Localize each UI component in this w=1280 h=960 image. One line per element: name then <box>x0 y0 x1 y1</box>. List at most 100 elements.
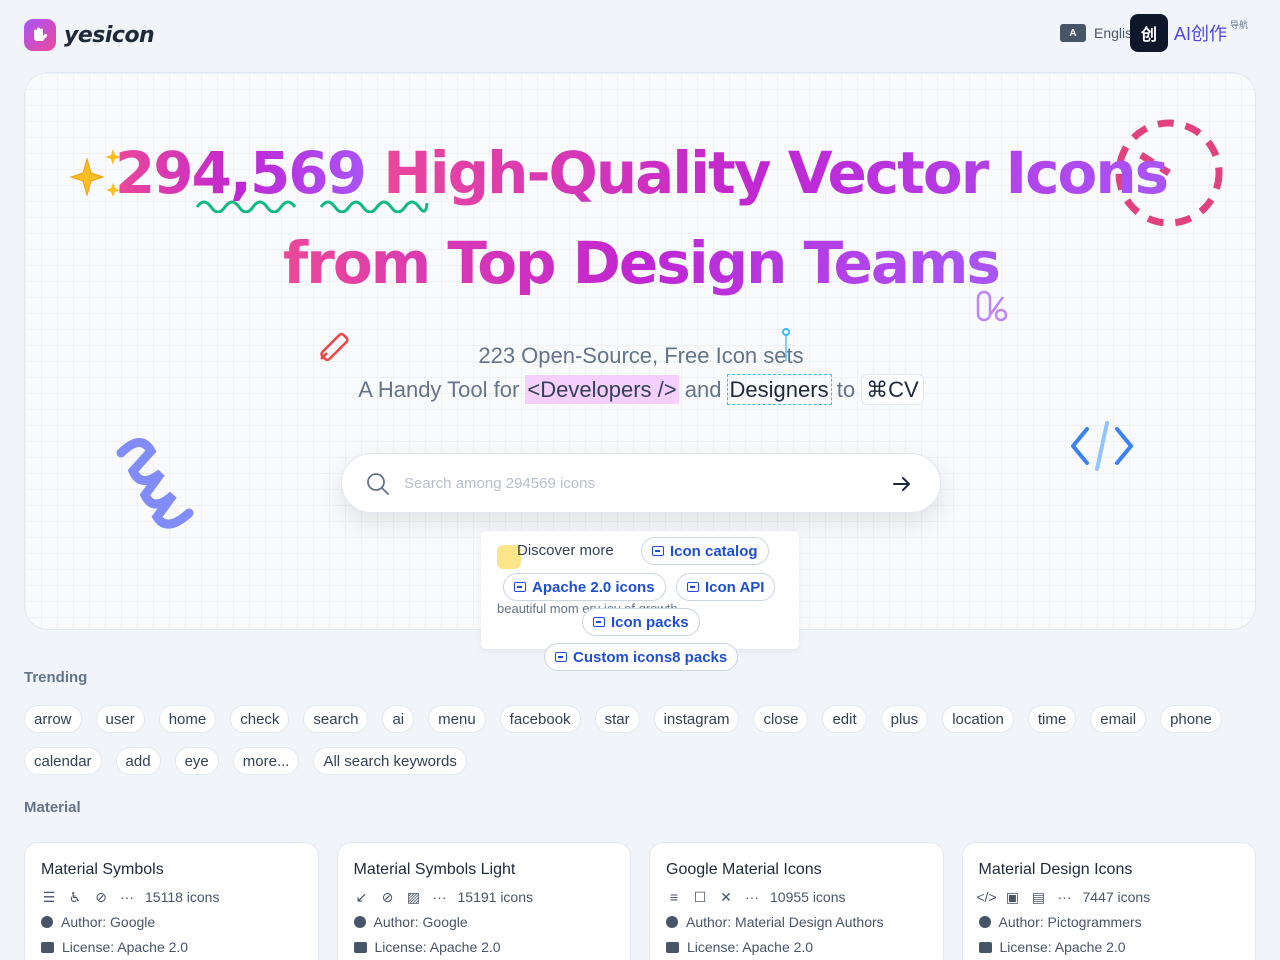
keyword-chip[interactable]: ai <box>382 705 415 733</box>
author: Author: Google <box>373 914 468 930</box>
ai-nav-badge[interactable]: 创 <box>1130 14 1168 52</box>
license-row: License: Apache 2.0 <box>978 939 1240 955</box>
keyword-chip[interactable]: calendar <box>24 747 102 775</box>
person-icon <box>353 916 366 928</box>
set-preview: </> ▣ ▤ ··· 7447 icons <box>976 888 1240 906</box>
hero-subtitle: 223 Open-Source, Free Icon sets <box>478 343 804 368</box>
preview-icon: ☐ <box>693 888 707 905</box>
keyword-chip[interactable]: arrow <box>24 705 82 733</box>
link-icons8-packs[interactable]: Custom icons8 packs <box>544 643 739 671</box>
icon-set-card[interactable]: Google Material Icons ≡ ☐ ✕ ··· 10955 ic… <box>649 842 944 960</box>
doc-icon <box>652 546 664 556</box>
license: License: Apache 2.0 <box>374 939 501 955</box>
set-name: Google Material Icons <box>666 861 822 878</box>
material-title: Material <box>24 799 81 816</box>
brand-name: yesicon <box>64 22 155 48</box>
keyword-chip[interactable]: phone <box>1160 705 1222 733</box>
language-switcher[interactable]: A English <box>1060 24 1140 42</box>
preview-icon: ⊘ <box>381 888 394 905</box>
keyword-chip[interactable]: check <box>230 705 290 733</box>
more-keywords-chip[interactable]: more... <box>232 747 300 775</box>
preview-icon: ▤ <box>1031 888 1046 905</box>
all-keywords-chip[interactable]: All search keywords <box>313 747 467 775</box>
search-input[interactable] <box>404 468 864 498</box>
search-box[interactable] <box>341 453 941 513</box>
keyword-chip[interactable]: menu <box>428 705 486 733</box>
set-name: Material Symbols <box>41 861 164 878</box>
keyword-chip[interactable]: add <box>115 747 161 775</box>
preview-icon: ⊘ <box>95 888 107 905</box>
cursor-handle <box>782 328 790 336</box>
discover-label: Discover more <box>517 542 614 559</box>
spring-icon <box>116 438 194 529</box>
link-label: Icon API <box>705 578 765 596</box>
author-row: Author: Material Design Authors <box>666 914 927 930</box>
tagline-pre: A Handy Tool for <box>358 377 526 402</box>
material-cards: Material Symbols ☰ ♿ ⊘ ··· 15118 icons A… <box>24 842 1256 960</box>
keyword-chip[interactable]: facebook <box>499 705 581 733</box>
hand-logo-icon <box>24 19 56 51</box>
icon-set-card[interactable]: Material Symbols Light ↙ ⊘ ▨ ··· 15191 i… <box>336 842 631 960</box>
preview-icon: ▨ <box>406 888 421 905</box>
arrow-right-icon[interactable] <box>890 472 914 496</box>
set-preview: ↙ ⊘ ▨ ··· 15191 icons <box>354 888 615 906</box>
icon-count: 15118 icons <box>145 889 220 905</box>
person-icon <box>666 916 678 928</box>
keyword-chip[interactable]: eye <box>174 747 219 775</box>
more-dots-icon: ··· <box>120 889 134 905</box>
underline-squiggle <box>195 200 429 213</box>
keyword-chip[interactable]: home <box>158 705 217 733</box>
doc-icon <box>555 652 567 662</box>
preview-icon: ♿ <box>68 888 82 905</box>
link-icon-packs[interactable]: Icon packs <box>582 608 700 636</box>
top-header: yesicon A English 创 AI创作 导航 <box>0 0 1280 72</box>
license: License: Apache 2.0 <box>62 939 189 955</box>
tagline-shortcut: ⌘CV <box>861 374 924 405</box>
more-dots-icon: ··· <box>1057 889 1072 905</box>
license-icon <box>353 941 367 953</box>
tagline-and: and <box>678 377 728 402</box>
keyword-chip[interactable]: edit <box>822 705 867 733</box>
hero-headline-line2: from Top Design Teams <box>25 229 1255 297</box>
set-name: Material Design Icons <box>978 861 1133 878</box>
keyword-chip[interactable]: close <box>753 705 809 733</box>
headline-line2-text: from Top Design Teams <box>283 229 1001 297</box>
more-dots-icon: ··· <box>745 889 759 905</box>
set-preview: ☰ ♿ ⊘ ··· 15118 icons <box>41 888 302 906</box>
keyword-chip[interactable]: instagram <box>653 705 740 733</box>
keyword-chip[interactable]: plus <box>880 705 929 733</box>
search-icon <box>367 473 389 495</box>
preview-icon: ≡ <box>669 889 679 905</box>
link-label: Icon packs <box>611 613 689 631</box>
tagline-developers: <Developers /> <box>525 375 679 404</box>
author: Author: Google <box>61 914 156 930</box>
keyword-chip[interactable]: location <box>942 705 1014 733</box>
keyword-chip[interactable]: search <box>303 705 369 733</box>
icon-set-card[interactable]: Material Design Icons </> ▣ ▤ ··· 7447 i… <box>961 842 1256 960</box>
code-icon <box>1071 421 1133 471</box>
link-label: Custom icons8 packs <box>573 648 728 666</box>
author-row: Author: Google <box>353 914 615 930</box>
author-row: Author: Pictogrammers <box>978 914 1240 930</box>
translate-icon: A <box>1060 24 1086 42</box>
link-icon-api[interactable]: Icon API <box>676 573 776 601</box>
headline-text: High-Quality Vector Icons <box>365 139 1169 207</box>
license: License: Apache 2.0 <box>687 939 814 955</box>
keyword-chip[interactable]: star <box>594 705 640 733</box>
keyword-chip[interactable]: user <box>95 705 145 733</box>
keyword-chip[interactable]: email <box>1090 705 1147 733</box>
brand-logo[interactable]: yesicon <box>24 19 155 51</box>
icon-set-card[interactable]: Material Symbols ☰ ♿ ⊘ ··· 15118 icons A… <box>24 842 319 960</box>
link-label: Icon catalog <box>670 542 758 560</box>
author: Author: Pictogrammers <box>998 914 1142 930</box>
license: License: Apache 2.0 <box>999 939 1126 955</box>
hero-tagline: A Handy Tool for <Developers /> and Desi… <box>25 374 1255 405</box>
link-icon-catalog[interactable]: Icon catalog <box>641 537 769 565</box>
license-icon <box>41 941 54 953</box>
link-apache-icons[interactable]: Apache 2.0 icons <box>503 573 666 601</box>
set-preview: ≡ ☐ ✕ ··· 10955 icons <box>666 888 927 906</box>
license-icon <box>666 941 679 953</box>
ai-nav-label[interactable]: AI创作 <box>1174 20 1227 46</box>
keyword-chip[interactable]: time <box>1027 705 1077 733</box>
preview-icon: ↙ <box>355 888 368 905</box>
